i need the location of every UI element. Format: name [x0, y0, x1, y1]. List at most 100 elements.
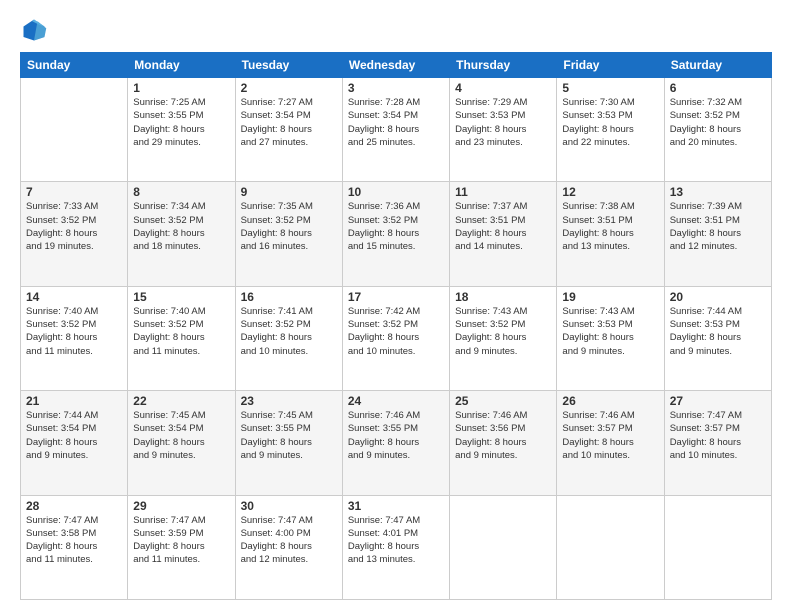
- day-number: 30: [241, 499, 337, 513]
- day-info: Sunrise: 7:39 AM Sunset: 3:51 PM Dayligh…: [670, 200, 766, 253]
- calendar-cell: 11Sunrise: 7:37 AM Sunset: 3:51 PM Dayli…: [450, 182, 557, 286]
- day-number: 29: [133, 499, 229, 513]
- calendar-cell: 7Sunrise: 7:33 AM Sunset: 3:52 PM Daylig…: [21, 182, 128, 286]
- day-info: Sunrise: 7:47 AM Sunset: 3:57 PM Dayligh…: [670, 409, 766, 462]
- day-number: 25: [455, 394, 551, 408]
- day-number: 20: [670, 290, 766, 304]
- day-info: Sunrise: 7:28 AM Sunset: 3:54 PM Dayligh…: [348, 96, 444, 149]
- day-number: 12: [562, 185, 658, 199]
- day-info: Sunrise: 7:27 AM Sunset: 3:54 PM Dayligh…: [241, 96, 337, 149]
- calendar-cell: 28Sunrise: 7:47 AM Sunset: 3:58 PM Dayli…: [21, 495, 128, 599]
- calendar-cell: 23Sunrise: 7:45 AM Sunset: 3:55 PM Dayli…: [235, 391, 342, 495]
- calendar-cell: 18Sunrise: 7:43 AM Sunset: 3:52 PM Dayli…: [450, 286, 557, 390]
- calendar-cell: 6Sunrise: 7:32 AM Sunset: 3:52 PM Daylig…: [664, 78, 771, 182]
- logo-icon: [20, 16, 48, 44]
- weekday-header-wednesday: Wednesday: [342, 53, 449, 78]
- day-info: Sunrise: 7:47 AM Sunset: 3:59 PM Dayligh…: [133, 514, 229, 567]
- logo: [20, 16, 52, 44]
- calendar-week-2: 7Sunrise: 7:33 AM Sunset: 3:52 PM Daylig…: [21, 182, 772, 286]
- calendar-week-1: 1Sunrise: 7:25 AM Sunset: 3:55 PM Daylig…: [21, 78, 772, 182]
- calendar-cell: 22Sunrise: 7:45 AM Sunset: 3:54 PM Dayli…: [128, 391, 235, 495]
- day-info: Sunrise: 7:42 AM Sunset: 3:52 PM Dayligh…: [348, 305, 444, 358]
- day-info: Sunrise: 7:25 AM Sunset: 3:55 PM Dayligh…: [133, 96, 229, 149]
- day-number: 22: [133, 394, 229, 408]
- day-info: Sunrise: 7:37 AM Sunset: 3:51 PM Dayligh…: [455, 200, 551, 253]
- calendar-cell: 31Sunrise: 7:47 AM Sunset: 4:01 PM Dayli…: [342, 495, 449, 599]
- day-info: Sunrise: 7:36 AM Sunset: 3:52 PM Dayligh…: [348, 200, 444, 253]
- day-number: 21: [26, 394, 122, 408]
- calendar-cell: 12Sunrise: 7:38 AM Sunset: 3:51 PM Dayli…: [557, 182, 664, 286]
- day-number: 2: [241, 81, 337, 95]
- calendar-cell: 3Sunrise: 7:28 AM Sunset: 3:54 PM Daylig…: [342, 78, 449, 182]
- header: [20, 16, 772, 44]
- day-number: 15: [133, 290, 229, 304]
- weekday-header-saturday: Saturday: [664, 53, 771, 78]
- day-info: Sunrise: 7:43 AM Sunset: 3:52 PM Dayligh…: [455, 305, 551, 358]
- calendar-cell: [664, 495, 771, 599]
- day-number: 6: [670, 81, 766, 95]
- page: SundayMondayTuesdayWednesdayThursdayFrid…: [0, 0, 792, 612]
- day-info: Sunrise: 7:46 AM Sunset: 3:56 PM Dayligh…: [455, 409, 551, 462]
- day-info: Sunrise: 7:46 AM Sunset: 3:57 PM Dayligh…: [562, 409, 658, 462]
- day-number: 3: [348, 81, 444, 95]
- calendar-cell: 26Sunrise: 7:46 AM Sunset: 3:57 PM Dayli…: [557, 391, 664, 495]
- day-number: 18: [455, 290, 551, 304]
- weekday-header-friday: Friday: [557, 53, 664, 78]
- calendar-cell: 16Sunrise: 7:41 AM Sunset: 3:52 PM Dayli…: [235, 286, 342, 390]
- day-info: Sunrise: 7:47 AM Sunset: 3:58 PM Dayligh…: [26, 514, 122, 567]
- day-number: 26: [562, 394, 658, 408]
- calendar-cell: 2Sunrise: 7:27 AM Sunset: 3:54 PM Daylig…: [235, 78, 342, 182]
- calendar-cell: 24Sunrise: 7:46 AM Sunset: 3:55 PM Dayli…: [342, 391, 449, 495]
- calendar-cell: [21, 78, 128, 182]
- calendar-cell: 15Sunrise: 7:40 AM Sunset: 3:52 PM Dayli…: [128, 286, 235, 390]
- calendar-cell: 13Sunrise: 7:39 AM Sunset: 3:51 PM Dayli…: [664, 182, 771, 286]
- day-info: Sunrise: 7:43 AM Sunset: 3:53 PM Dayligh…: [562, 305, 658, 358]
- day-number: 31: [348, 499, 444, 513]
- day-info: Sunrise: 7:32 AM Sunset: 3:52 PM Dayligh…: [670, 96, 766, 149]
- day-number: 17: [348, 290, 444, 304]
- calendar-cell: [557, 495, 664, 599]
- day-info: Sunrise: 7:45 AM Sunset: 3:55 PM Dayligh…: [241, 409, 337, 462]
- weekday-header-monday: Monday: [128, 53, 235, 78]
- day-info: Sunrise: 7:44 AM Sunset: 3:53 PM Dayligh…: [670, 305, 766, 358]
- day-number: 10: [348, 185, 444, 199]
- calendar-cell: 25Sunrise: 7:46 AM Sunset: 3:56 PM Dayli…: [450, 391, 557, 495]
- calendar-week-3: 14Sunrise: 7:40 AM Sunset: 3:52 PM Dayli…: [21, 286, 772, 390]
- calendar-cell: 17Sunrise: 7:42 AM Sunset: 3:52 PM Dayli…: [342, 286, 449, 390]
- day-info: Sunrise: 7:40 AM Sunset: 3:52 PM Dayligh…: [26, 305, 122, 358]
- calendar-cell: 9Sunrise: 7:35 AM Sunset: 3:52 PM Daylig…: [235, 182, 342, 286]
- calendar-week-5: 28Sunrise: 7:47 AM Sunset: 3:58 PM Dayli…: [21, 495, 772, 599]
- day-info: Sunrise: 7:44 AM Sunset: 3:54 PM Dayligh…: [26, 409, 122, 462]
- day-number: 23: [241, 394, 337, 408]
- day-number: 14: [26, 290, 122, 304]
- day-number: 24: [348, 394, 444, 408]
- calendar-cell: 10Sunrise: 7:36 AM Sunset: 3:52 PM Dayli…: [342, 182, 449, 286]
- day-number: 4: [455, 81, 551, 95]
- weekday-header-row: SundayMondayTuesdayWednesdayThursdayFrid…: [21, 53, 772, 78]
- day-info: Sunrise: 7:47 AM Sunset: 4:01 PM Dayligh…: [348, 514, 444, 567]
- day-number: 5: [562, 81, 658, 95]
- calendar-table: SundayMondayTuesdayWednesdayThursdayFrid…: [20, 52, 772, 600]
- weekday-header-thursday: Thursday: [450, 53, 557, 78]
- day-info: Sunrise: 7:35 AM Sunset: 3:52 PM Dayligh…: [241, 200, 337, 253]
- day-number: 8: [133, 185, 229, 199]
- calendar-cell: 30Sunrise: 7:47 AM Sunset: 4:00 PM Dayli…: [235, 495, 342, 599]
- calendar-cell: 19Sunrise: 7:43 AM Sunset: 3:53 PM Dayli…: [557, 286, 664, 390]
- day-info: Sunrise: 7:30 AM Sunset: 3:53 PM Dayligh…: [562, 96, 658, 149]
- calendar-cell: 4Sunrise: 7:29 AM Sunset: 3:53 PM Daylig…: [450, 78, 557, 182]
- day-number: 9: [241, 185, 337, 199]
- calendar-cell: 1Sunrise: 7:25 AM Sunset: 3:55 PM Daylig…: [128, 78, 235, 182]
- calendar-cell: 20Sunrise: 7:44 AM Sunset: 3:53 PM Dayli…: [664, 286, 771, 390]
- day-number: 1: [133, 81, 229, 95]
- day-info: Sunrise: 7:40 AM Sunset: 3:52 PM Dayligh…: [133, 305, 229, 358]
- weekday-header-sunday: Sunday: [21, 53, 128, 78]
- day-info: Sunrise: 7:38 AM Sunset: 3:51 PM Dayligh…: [562, 200, 658, 253]
- day-info: Sunrise: 7:29 AM Sunset: 3:53 PM Dayligh…: [455, 96, 551, 149]
- day-info: Sunrise: 7:45 AM Sunset: 3:54 PM Dayligh…: [133, 409, 229, 462]
- calendar-cell: 21Sunrise: 7:44 AM Sunset: 3:54 PM Dayli…: [21, 391, 128, 495]
- day-number: 16: [241, 290, 337, 304]
- calendar-cell: 29Sunrise: 7:47 AM Sunset: 3:59 PM Dayli…: [128, 495, 235, 599]
- day-info: Sunrise: 7:46 AM Sunset: 3:55 PM Dayligh…: [348, 409, 444, 462]
- day-number: 27: [670, 394, 766, 408]
- day-info: Sunrise: 7:41 AM Sunset: 3:52 PM Dayligh…: [241, 305, 337, 358]
